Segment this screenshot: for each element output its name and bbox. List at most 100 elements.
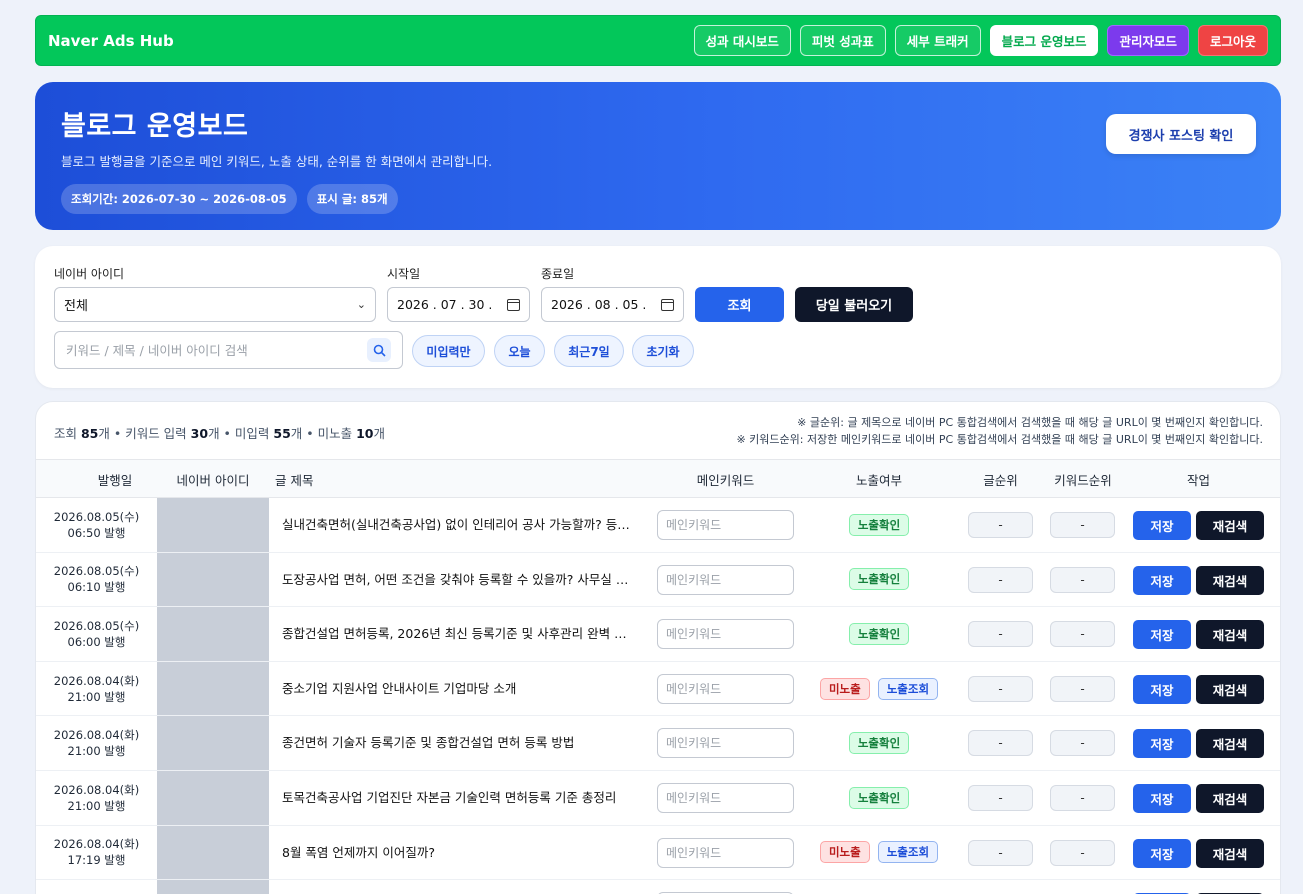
end-date-input[interactable]: 2026 . 08 . 05 . (541, 287, 684, 322)
exposure-status-cell: 미노출 노출조회 (806, 826, 952, 880)
publish-date: 2026.08.04(화) (53, 728, 140, 743)
save-button[interactable]: 저장 (1133, 838, 1191, 868)
publish-time: 17:19 발행 (67, 853, 126, 868)
naver-id-cell-redacted (157, 770, 269, 825)
column-action: 작업 (1186, 473, 1210, 488)
post-title[interactable]: 종합건설업 면허등록, 2026년 최신 등록기준 및 사후관리 완벽 가이드 (282, 607, 638, 661)
post-title[interactable]: 중소기업 지원사업 안내사이트 기업마당 소개 (282, 662, 638, 716)
competitor-posting-button[interactable]: 경쟁사 포스팅 확인 (1106, 114, 1256, 154)
post-title[interactable]: 종건면허 기술자 등록기준 및 종합건설업 면허 등록 방법 (282, 716, 638, 770)
start-date-label: 시작일 (387, 267, 421, 281)
search-icon[interactable] (367, 338, 391, 362)
nav-pivot-table[interactable]: 피벗 성과표 (799, 25, 886, 56)
publish-date-cell: 2026.08.05(수) 06:00 발행 (36, 607, 157, 661)
naver-id-cell-redacted (157, 552, 269, 607)
naver-id-selected-value: 전체 (64, 299, 88, 314)
calendar-icon[interactable] (661, 298, 674, 311)
save-button[interactable]: 저장 (1133, 620, 1191, 650)
save-button[interactable]: 저장 (1133, 674, 1191, 704)
post-rank-value: - (968, 512, 1033, 538)
publish-time: 06:00 발행 (67, 634, 126, 649)
research-button[interactable]: 재검색 (1196, 674, 1264, 704)
main-keyword-input[interactable] (657, 782, 794, 813)
research-button[interactable]: 재검색 (1196, 838, 1264, 868)
main-nav: 성과 대시보드 피벗 성과표 세부 트래커 블로그 운영보드 관리자모드 로그아… (693, 25, 1268, 56)
publish-date: 2026.08.05(수) (53, 618, 140, 633)
post-title[interactable]: 실내건축면허(실내건축공사업) 없이 인테리어 공사 가능할까? 등록기준 총정… (282, 498, 638, 552)
post-count-chip: 표시 글: 85개 (306, 184, 398, 214)
logout-button[interactable]: 로그아웃 (1197, 25, 1268, 56)
post-rank-value: - (968, 839, 1033, 866)
nav-detail-tracker[interactable]: 세부 트래커 (894, 25, 981, 56)
column-title: 글 제목 (275, 473, 314, 488)
filter-last-7-days[interactable]: 최근7일 (554, 335, 624, 367)
research-button[interactable]: 재검색 (1196, 511, 1264, 540)
end-date-value: 2026 . 08 . 05 . (551, 297, 647, 312)
search-button[interactable]: 조회 (695, 287, 784, 322)
research-button[interactable]: 재검색 (1196, 783, 1264, 813)
table-row: 2026.08.04(화) 21:00 발행 토목건축공사업 기업진단 자본금 기술… (36, 770, 1280, 826)
table-row: 2026.08.04(화)17:19 발행 8월 폭염 언제까지 이어질까? 미노출… (36, 825, 1280, 881)
brand-logo[interactable]: Naver Ads Hub (48, 32, 174, 50)
research-button[interactable]: 재검색 (1196, 620, 1264, 650)
nav-blog-board[interactable]: 블로그 운영보드 (989, 25, 1099, 56)
publish-date: 2026.08.04(화) (53, 837, 140, 852)
keyword-rank-note: ※ 키워드순위: 저장한 메인키워드로 네이버 PC 통합검색에서 검색했을 때… (736, 433, 1263, 446)
main-keyword-input[interactable] (657, 837, 794, 868)
check-exposure-button[interactable]: 노출조회 (877, 841, 939, 864)
column-exposure: 노출여부 (855, 473, 902, 488)
post-rank-value: - (968, 621, 1033, 648)
main-keyword-input[interactable] (657, 728, 794, 759)
naver-id-label: 네이버 아이디 (54, 267, 125, 281)
publish-date: 2026.08.04(화) (53, 673, 140, 688)
table-row: 2026.08.05(수) 06:10 발행 도장공사업 면허, 어떤 조건을 갖춰… (36, 552, 1280, 608)
publish-date-cell: 2026.08.04(화) (36, 880, 157, 894)
filter-today[interactable]: 오늘 (494, 335, 545, 367)
column-keyword-rank: 키워드순위 (1054, 473, 1112, 488)
search-input[interactable] (66, 342, 356, 358)
table-row: 2026.08.05(수) 06:50 발행 실내건축면허(실내건축공사업) 없이 … (36, 498, 1280, 553)
naver-id-cell-redacted (157, 607, 269, 661)
post-title[interactable] (282, 880, 638, 894)
keyword-rank-value: - (1050, 675, 1115, 702)
post-rank-value: - (968, 730, 1033, 757)
end-date-label: 종료일 (541, 267, 575, 281)
publish-date-cell: 2026.08.04(화) 17:19 발행 (36, 826, 157, 880)
nav-admin-mode[interactable]: 관리자모드 (1107, 25, 1189, 56)
post-rank-value: - (968, 566, 1033, 593)
main-keyword-input[interactable] (657, 619, 794, 650)
naver-id-select[interactable]: 전체 ⌄ (54, 287, 376, 322)
check-exposure-button[interactable]: 노출조회 (877, 677, 939, 700)
exposed-badge: 노출확인 (848, 568, 910, 591)
save-button[interactable]: 저장 (1133, 511, 1191, 540)
nav-performance-dashboard[interactable]: 성과 대시보드 (693, 25, 791, 56)
start-date-input[interactable]: 2026 . 07 . 30 . (387, 287, 530, 322)
table-row: 2026.08.04(화) 21:00 발행 중소기업 지원사업 안내사이트 기업마… (36, 661, 1280, 717)
save-button[interactable]: 저장 (1133, 565, 1191, 595)
research-button[interactable]: 재검색 (1196, 565, 1264, 595)
publish-date: 2026.08.04(화) (53, 782, 140, 797)
main-keyword-input[interactable] (657, 564, 794, 595)
filter-panel: 네이버 아이디 전체 ⌄ 시작일 2026 . 07 . 30 . 종료일 20… (35, 246, 1281, 388)
filter-reset[interactable]: 초기화 (632, 335, 694, 367)
keyword-rank-value: - (1050, 839, 1115, 866)
post-title[interactable]: 도장공사업 면허, 어떤 조건을 갖춰야 등록할 수 있을까? 사무실 요건까지 (282, 553, 638, 607)
filter-missing-only[interactable]: 미입력만 (412, 335, 485, 367)
post-title[interactable]: 토목건축공사업 기업진단 자본금 기술인력 면허등록 기준 총정리 (282, 771, 638, 825)
calendar-icon[interactable] (507, 298, 520, 311)
load-today-button[interactable]: 당일 불러오기 (795, 287, 913, 322)
publish-date: 2026.08.05(수) (53, 564, 140, 579)
keyword-search-box[interactable] (54, 331, 403, 369)
main-keyword-input[interactable] (657, 510, 794, 540)
research-button[interactable]: 재검색 (1196, 729, 1264, 759)
blog-posts-table-card: 조회 85개 • 키워드 입력 30개 • 미입력 55개 • 미노출 10개 … (35, 401, 1281, 894)
save-button[interactable]: 저장 (1133, 783, 1191, 813)
naver-id-cell-redacted (157, 661, 269, 716)
naver-id-cell-redacted (157, 498, 269, 552)
rank-notes: ※ 글순위: 글 제목으로 네이버 PC 통합검색에서 검색했을 때 해당 글 … (736, 414, 1263, 448)
main-keyword-input[interactable] (657, 673, 794, 704)
publish-time: 21:00 발행 (67, 689, 126, 704)
save-button[interactable]: 저장 (1133, 729, 1191, 759)
post-title[interactable]: 8월 폭염 언제까지 이어질까? (282, 826, 638, 880)
publish-date-cell: 2026.08.05(수) 06:50 발행 (36, 498, 157, 552)
